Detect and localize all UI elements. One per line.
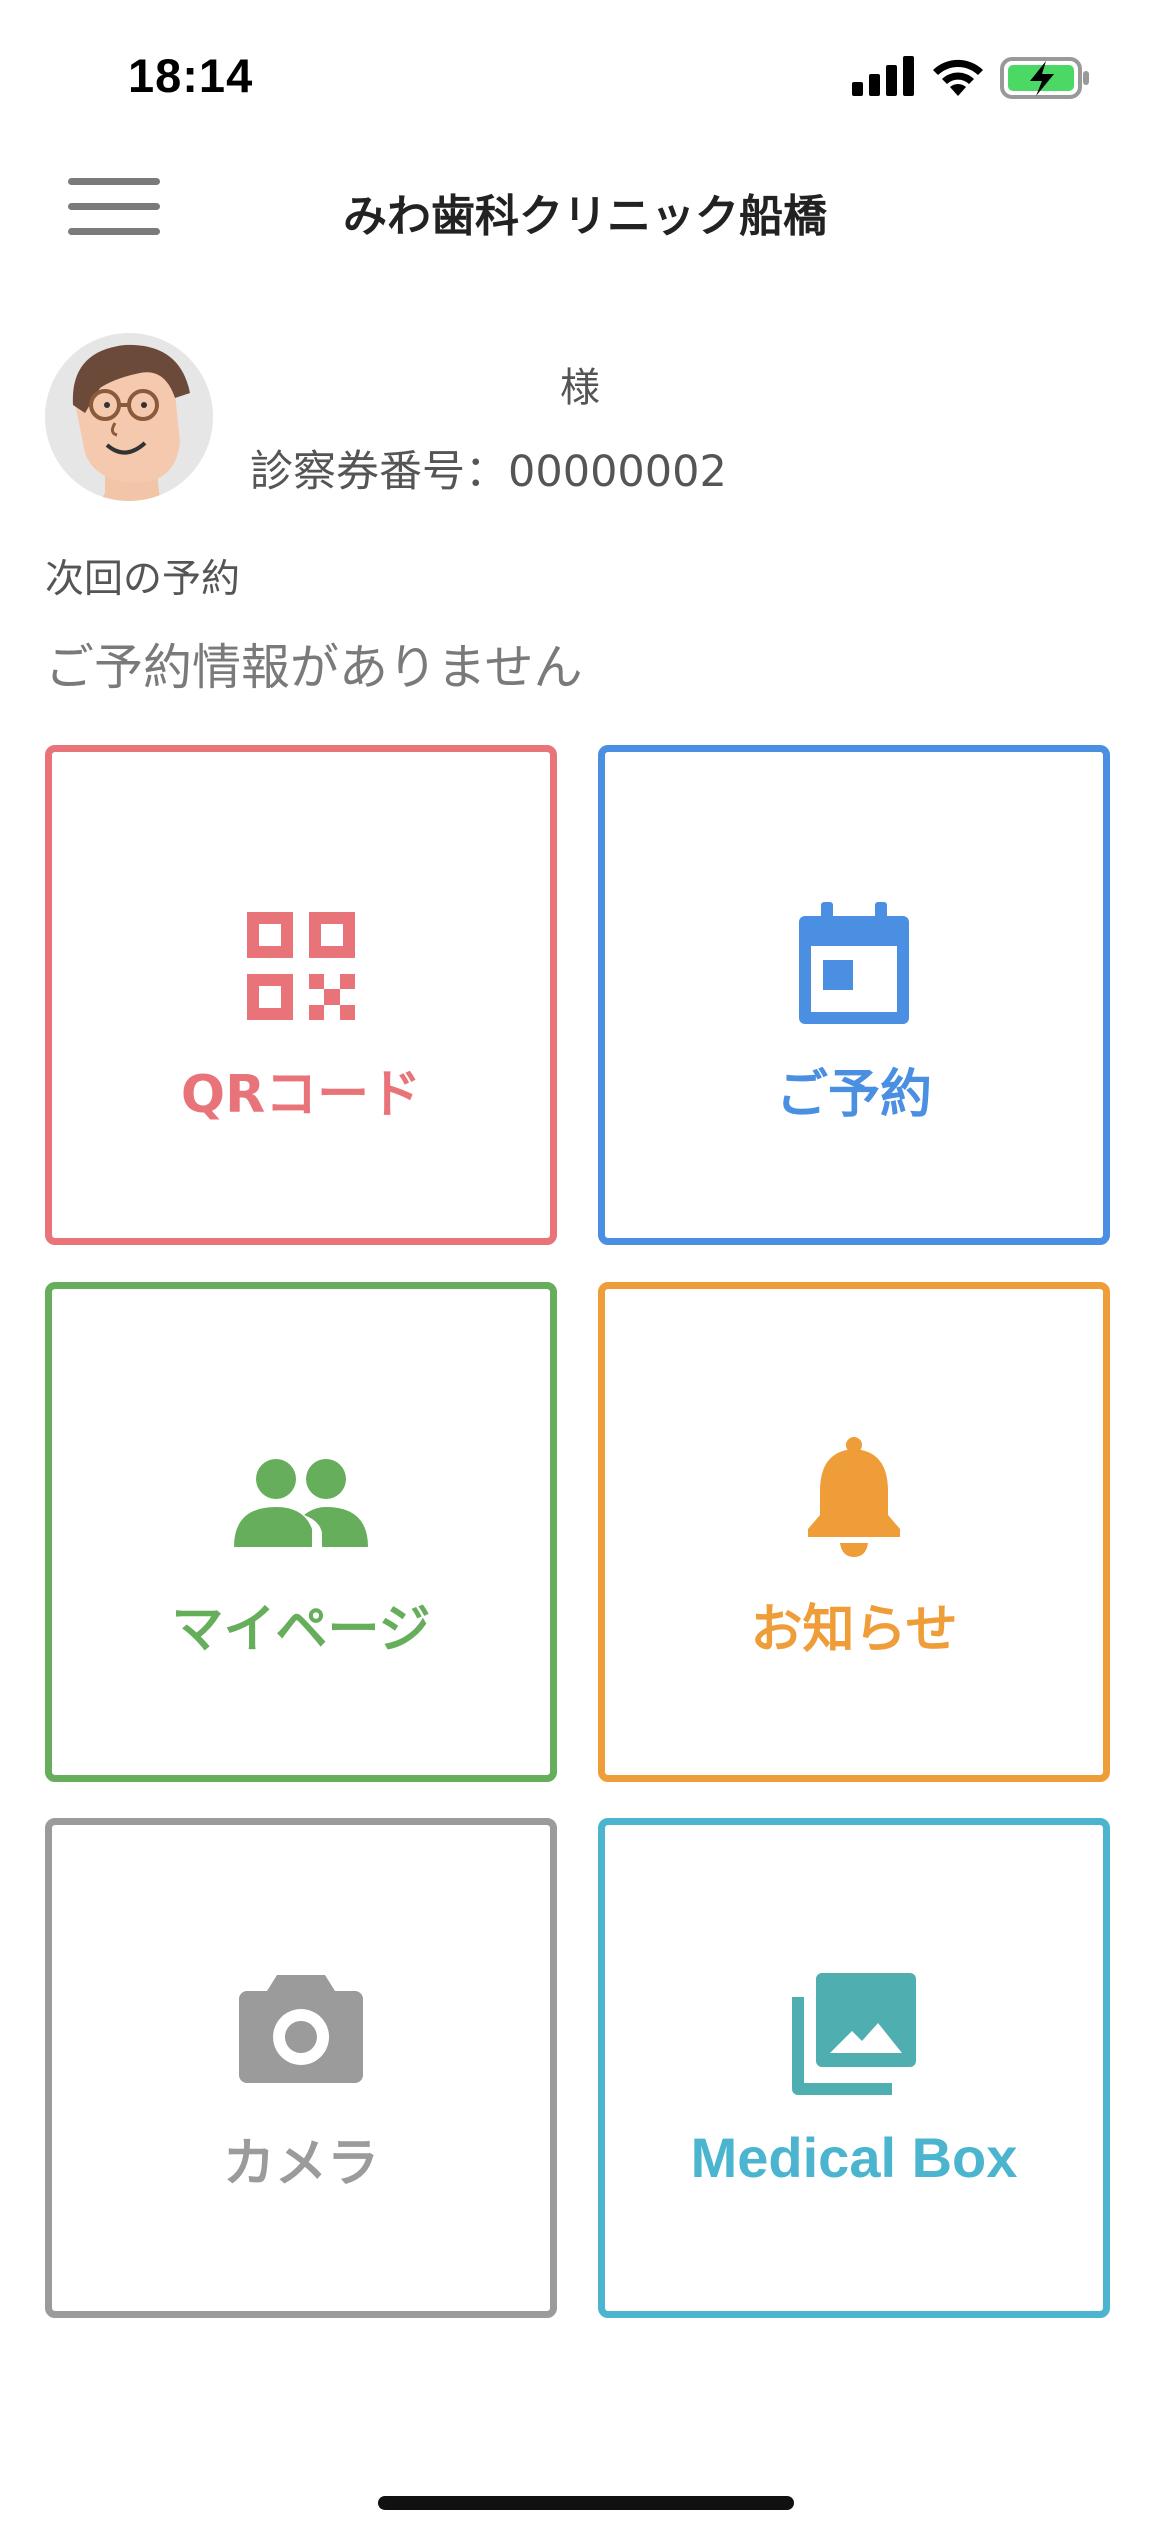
qr-code-icon [247,912,355,1020]
notifications-tile[interactable]: お知らせ [598,1282,1110,1782]
status-bar: 18:14 [0,0,1170,150]
card-number: 診察券番号：00000002 [250,447,727,497]
wifi-icon [933,59,983,96]
calendar-icon [799,902,909,1024]
nav-bar: みわ歯科クリニック船橋 [0,150,1170,270]
next-appointment-label: 次回の予約 [45,557,241,602]
mypage-tile[interactable]: マイページ [45,1282,557,1782]
camera-label: カメラ [222,2134,379,2194]
photo-library-icon [792,1973,916,2095]
reservation-label: ご予約 [775,1065,932,1125]
status-time: 18:14 [128,49,254,102]
avatar-illustration-icon [45,333,213,501]
people-icon [234,1459,368,1547]
notifications-label: お知らせ [750,1600,958,1660]
cellular-signal-icon [852,56,914,96]
battery-charging-icon [1000,57,1089,99]
medical-box-tile[interactable]: Medical Box [598,1818,1110,2318]
qr-code-label: QRコード [180,1065,422,1125]
bell-icon [808,1437,900,1557]
next-appointment-value: ご予約情報がありません [45,639,583,696]
camera-tile[interactable]: カメラ [45,1818,557,2318]
qr-code-tile[interactable]: QRコード [45,745,557,1245]
patient-honorific: 様 [560,365,600,411]
home-indicator[interactable] [378,2496,794,2510]
status-icons [852,56,1092,104]
camera-icon [239,1975,363,2083]
reservation-tile[interactable]: ご予約 [598,745,1110,1245]
page-title: みわ歯科クリニック船橋 [343,191,827,242]
medical-box-label: Medical Box [690,2126,1018,2189]
mypage-label: マイページ [171,1600,431,1660]
avatar [45,333,213,501]
